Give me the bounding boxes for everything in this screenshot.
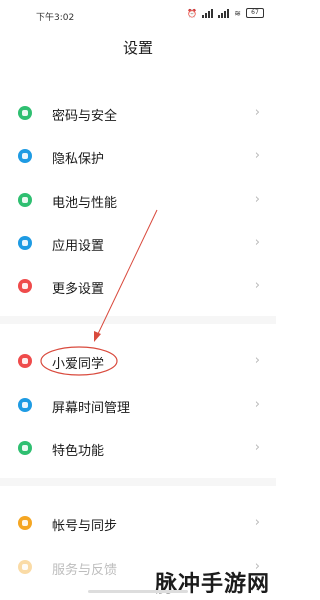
section-divider	[0, 478, 276, 486]
setting-label: 服务与反馈	[52, 563, 118, 578]
signal-icon-2	[218, 8, 230, 18]
setting-row-privacy[interactable]: 隐私保护 ›	[0, 141, 276, 171]
watermark: 脉冲手游网	[154, 572, 270, 597]
more-icon	[18, 279, 32, 293]
battery-icon	[18, 193, 32, 207]
setting-label: 应用设置	[52, 239, 105, 254]
chevron-right-icon: ›	[254, 440, 260, 455]
chevron-right-icon: ›	[254, 278, 260, 293]
lock-icon	[18, 106, 32, 120]
setting-label: 小爱同学	[52, 357, 105, 372]
setting-label: 帐号与同步	[52, 519, 118, 534]
home-indicator[interactable]	[88, 590, 188, 593]
page-title: 设置	[122, 39, 153, 57]
setting-label: 电池与性能	[52, 196, 118, 211]
chevron-right-icon: ›	[254, 353, 260, 368]
setting-row-xiaoai[interactable]: 小爱同学 ›	[0, 346, 276, 376]
apps-icon	[18, 236, 32, 250]
setting-row-account-sync[interactable]: 帐号与同步 ›	[0, 508, 276, 538]
setting-label: 特色功能	[52, 444, 105, 459]
annotation-arrow-head	[94, 331, 101, 342]
privacy-icon	[18, 149, 32, 163]
setting-row-apps[interactable]: 应用设置 ›	[0, 228, 276, 258]
alarm-icon: ⏰	[187, 8, 198, 18]
wifi-icon: ≋	[234, 8, 241, 18]
setting-label: 屏幕时间管理	[52, 401, 131, 416]
feature-icon	[18, 441, 32, 455]
chevron-right-icon: ›	[254, 515, 260, 530]
assistant-icon	[18, 354, 32, 368]
chevron-right-icon: ›	[254, 148, 260, 163]
hourglass-icon	[18, 398, 32, 412]
chevron-right-icon: ›	[254, 397, 260, 412]
setting-row-password-security[interactable]: 密码与安全 ›	[0, 98, 276, 128]
status-icons: ⏰ ≋ 67	[187, 8, 264, 18]
chevron-right-icon: ›	[254, 105, 260, 120]
setting-row-battery[interactable]: 电池与性能 ›	[0, 185, 276, 215]
setting-row-more[interactable]: 更多设置 ›	[0, 271, 276, 301]
account-icon	[18, 516, 32, 530]
setting-row-screen-time[interactable]: 屏幕时间管理 ›	[0, 390, 276, 420]
setting-label: 更多设置	[52, 282, 105, 297]
status-bar: 下午3:02 ⏰ ≋ 67	[0, 0, 276, 28]
setting-row-features[interactable]: 特色功能 ›	[0, 433, 276, 463]
chevron-right-icon: ›	[254, 235, 260, 250]
status-time: 下午3:02	[36, 13, 75, 23]
signal-icon	[202, 8, 214, 18]
chevron-right-icon: ›	[254, 192, 260, 207]
feedback-icon	[18, 560, 32, 574]
battery-icon: 67	[246, 8, 264, 18]
section-divider	[0, 316, 276, 324]
setting-label: 隐私保护	[52, 152, 105, 167]
setting-label: 密码与安全	[52, 109, 118, 124]
